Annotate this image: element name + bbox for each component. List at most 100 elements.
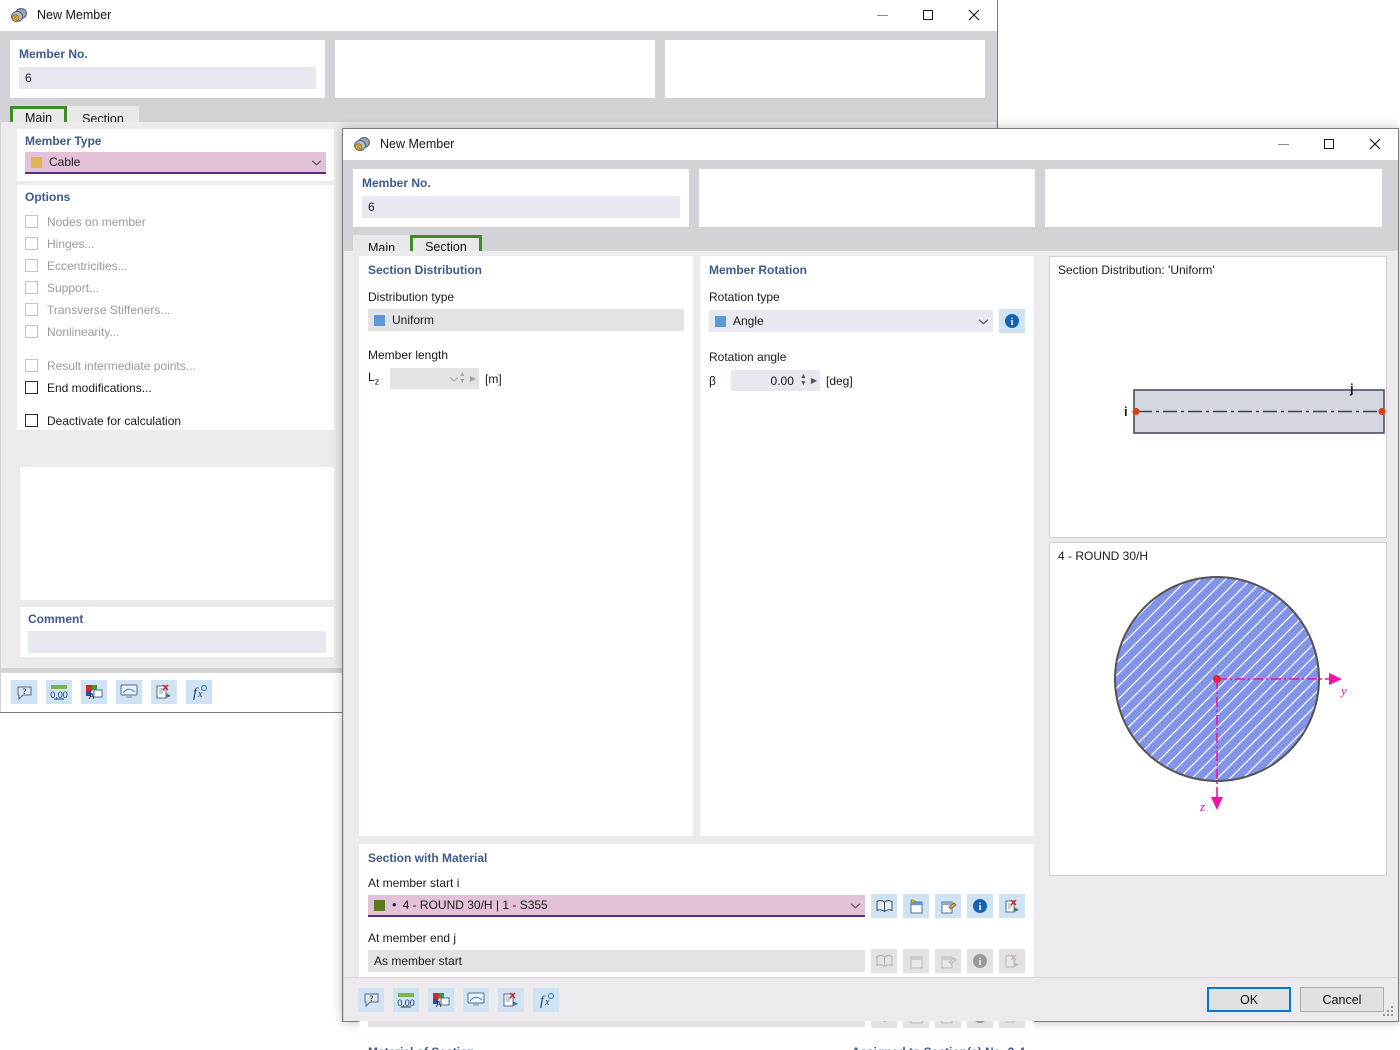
- ok-button[interactable]: OK: [1207, 987, 1291, 1012]
- clear-icon[interactable]: [151, 680, 177, 704]
- member-no-input-back[interactable]: 6: [19, 67, 316, 89]
- section-distribution-preview-title: Section Distribution: 'Uniform': [1058, 263, 1215, 277]
- node-end-label: j: [1350, 381, 1354, 396]
- minimize-button-back[interactable]: [859, 0, 905, 31]
- rotation-angle-input[interactable]: 0.00 ▲ ▼ ▶: [731, 370, 820, 391]
- svg-text:x: x: [544, 997, 550, 1008]
- close-button-front[interactable]: [1352, 129, 1398, 160]
- display-properties-icon[interactable]: A: [428, 987, 454, 1012]
- edit-icon[interactable]: [935, 894, 961, 918]
- option-transverse-stiffeners[interactable]: Transverse Stiffeners...: [25, 299, 326, 320]
- option-hinges[interactable]: Hinges...: [25, 233, 326, 254]
- member-type-value: Cable: [49, 155, 81, 169]
- member-length-label: Member length: [368, 348, 449, 362]
- rotation-type-value: Angle: [733, 314, 764, 328]
- option-result-intermediate-points[interactable]: Result intermediate points...: [25, 355, 326, 376]
- option-deactivate-for-calculation[interactable]: Deactivate for calculation: [25, 410, 326, 431]
- comment-group: Comment: [20, 607, 334, 657]
- stepper-icon[interactable]: ▲ ▼: [800, 373, 807, 387]
- delete-icon[interactable]: [999, 894, 1025, 918]
- member-rotation-group: Member Rotation Rotation type Angle i Ro…: [700, 256, 1034, 836]
- assigned-to-sections-note: Assigned to Section(s) No. 2-4: [852, 1045, 1025, 1050]
- option-label: Deactivate for calculation: [47, 413, 182, 428]
- chevron-down-icon: [311, 159, 322, 166]
- formula-icon[interactable]: fx: [533, 987, 559, 1012]
- rotation-type-combo[interactable]: Angle: [709, 310, 993, 332]
- option-end-modifications[interactable]: End modifications...: [25, 377, 326, 398]
- option-nodes-on-member[interactable]: Nodes on member: [25, 211, 326, 232]
- comment-input[interactable]: [28, 631, 326, 653]
- maximize-icon: [1324, 139, 1334, 149]
- content-front: Section Distribution Distribution type U…: [344, 251, 1398, 1050]
- svg-text:?: ?: [369, 994, 373, 1003]
- option-eccentricities[interactable]: Eccentricities...: [25, 255, 326, 276]
- cancel-button[interactable]: Cancel: [1300, 987, 1384, 1012]
- close-button-back[interactable]: [951, 0, 997, 31]
- cancel-button-label: Cancel: [1322, 992, 1362, 1007]
- distribution-type-swatch: [374, 314, 385, 326]
- distribution-type-combo[interactable]: Uniform: [368, 309, 684, 331]
- section-distribution-group: Section Distribution Distribution type U…: [359, 256, 693, 836]
- resize-grip[interactable]: [1383, 1006, 1395, 1018]
- expand-arrow-icon[interactable]: ▶: [470, 374, 476, 382]
- clear-icon[interactable]: [498, 987, 524, 1012]
- section-shape-preview-title: 4 - ROUND 30/H: [1058, 549, 1149, 563]
- section-shape-preview: 4 - ROUND 30/H y z: [1049, 542, 1387, 876]
- header-panel-3-front: [1045, 169, 1382, 227]
- round-section-diagram: y z: [1114, 576, 1347, 814]
- svg-text:i: i: [979, 957, 982, 968]
- new-icon[interactable]: [903, 894, 929, 918]
- header-panel-2-front: [699, 169, 1035, 227]
- section-color-swatch: [374, 899, 385, 911]
- ok-button-label: OK: [1239, 992, 1259, 1007]
- new-member-dialog-front: 6 New Member Member No. 6 Main Section S…: [342, 128, 1399, 1050]
- member-no-input-front[interactable]: 6: [362, 196, 680, 218]
- member-length-input[interactable]: ▲ ▼ ▶: [390, 368, 479, 389]
- library-icon[interactable]: [871, 894, 897, 918]
- section-distribution-title: Section Distribution: [368, 263, 482, 277]
- chevron-down-icon: [978, 318, 989, 325]
- member-type-title: Member Type: [25, 134, 102, 148]
- chevron-down-icon: [449, 376, 459, 382]
- maximize-button-front[interactable]: [1306, 129, 1352, 160]
- member-type-swatch: [31, 156, 42, 168]
- material-of-section-title: Material of Section: [368, 1045, 475, 1050]
- display-properties-icon[interactable]: A: [81, 680, 107, 704]
- decimal-places-icon[interactable]: 0,00: [393, 987, 419, 1012]
- member-rotation-title: Member Rotation: [709, 263, 808, 277]
- help-icon[interactable]: ?: [11, 680, 37, 704]
- checkbox-icon: [25, 381, 38, 394]
- svg-text:y: y: [1339, 683, 1347, 698]
- rotation-info-button[interactable]: i: [999, 309, 1025, 333]
- rotation-type-label: Rotation type: [709, 290, 780, 304]
- option-label: Transverse Stiffeners...: [47, 302, 171, 317]
- section-with-material-title: Section with Material: [368, 851, 488, 865]
- header-panel-2-back: [335, 40, 655, 98]
- stepper-icon[interactable]: ▲ ▼: [459, 371, 466, 385]
- member-icon: 6: [11, 8, 27, 22]
- decimal-places-icon[interactable]: 0,00: [46, 680, 72, 704]
- at-member-start-combo[interactable]: • 4 - ROUND 30/H | 1 - S355: [368, 895, 865, 917]
- expand-arrow-icon[interactable]: ▶: [811, 376, 817, 384]
- rotation-angle-value: 0.00: [770, 373, 794, 388]
- section-distribution-preview: Section Distribution: 'Uniform' i j: [1049, 256, 1387, 538]
- member-icon: 6: [354, 137, 370, 151]
- section-bullet-icon: •: [392, 897, 397, 912]
- delete-icon: [999, 949, 1025, 973]
- checkbox-icon: [25, 215, 38, 228]
- formula-icon[interactable]: fx: [186, 680, 212, 704]
- checkbox-icon: [25, 303, 38, 316]
- maximize-button-back[interactable]: [905, 0, 951, 31]
- graphic-icon[interactable]: [463, 987, 489, 1012]
- graphic-icon[interactable]: [116, 680, 142, 704]
- at-member-end-label: At member end j: [368, 931, 457, 945]
- checkbox-icon: [25, 325, 38, 338]
- option-support[interactable]: Support...: [25, 277, 326, 298]
- minimize-button-front[interactable]: [1260, 129, 1306, 160]
- option-nonlinearity[interactable]: Nonlinearity...: [25, 321, 326, 342]
- edit-icon: [935, 949, 961, 973]
- info-icon[interactable]: i: [967, 894, 993, 918]
- window-title-front: New Member: [380, 137, 455, 151]
- member-type-combo[interactable]: Cable: [25, 152, 326, 174]
- help-icon[interactable]: ?: [358, 987, 384, 1012]
